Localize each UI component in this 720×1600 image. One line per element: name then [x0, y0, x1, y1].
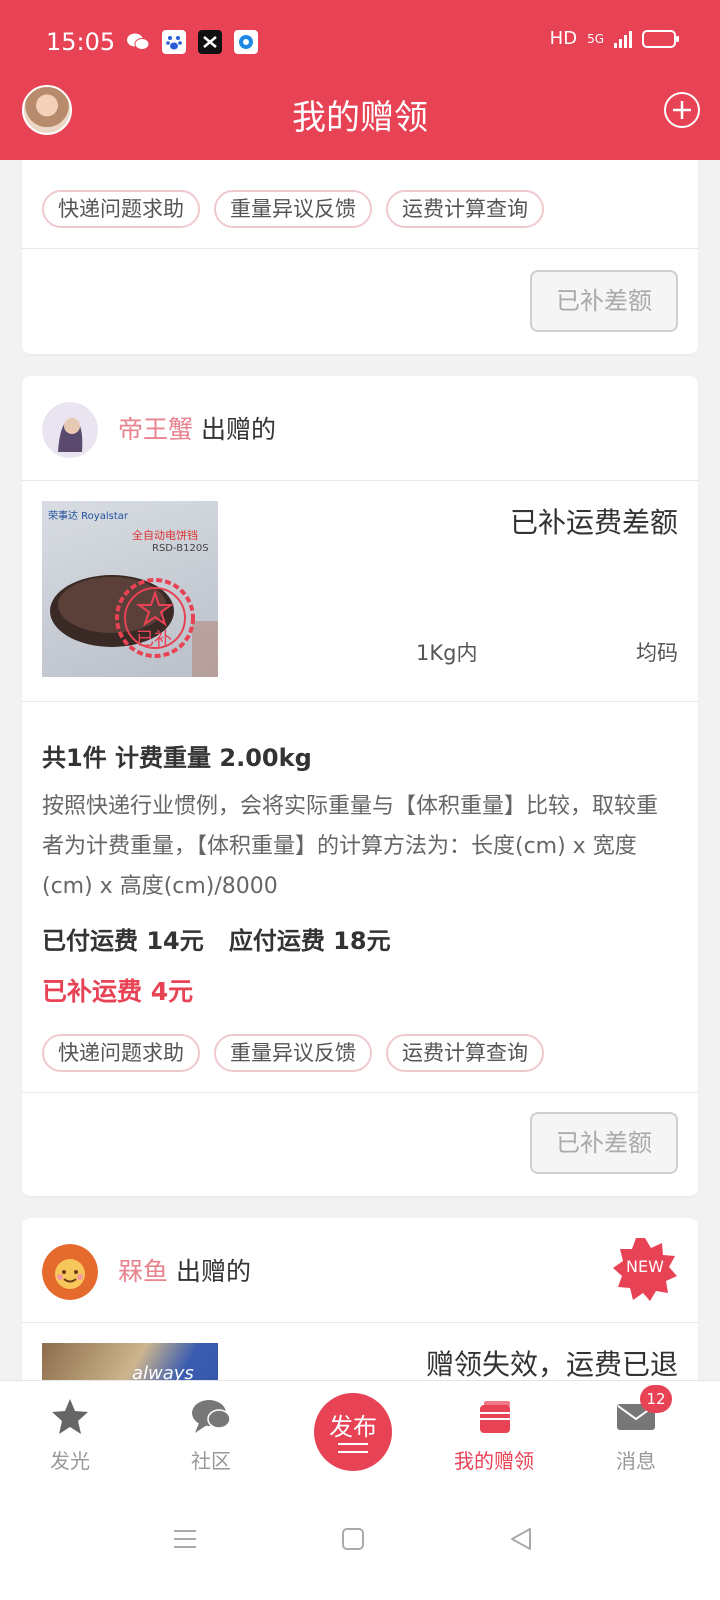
- paid-difference-button[interactable]: 已补差额: [530, 1112, 678, 1174]
- battery-icon: [642, 29, 679, 48]
- tag-express-help[interactable]: 快递问题求助: [42, 190, 200, 228]
- help-tags: 快递问题求助 重量异议反馈 运费计算查询: [22, 1034, 698, 1072]
- content-list[interactable]: 快递问题求助 重量异议反馈 运费计算查询 已补差额 帝王蟹 出赠的 荣事达 Ro…: [0, 160, 720, 1380]
- giver-avatar[interactable]: [42, 1244, 98, 1300]
- message-count-badge: 12: [640, 1385, 672, 1413]
- claim-card: 帝王蟹 出赠的 荣事达 Royalstar 全自动电饼铛 RSD-B120S 已…: [22, 376, 698, 1196]
- size-label: 均码: [636, 641, 678, 665]
- nav-item-messages[interactable]: 12 消息: [576, 1385, 696, 1474]
- product-row[interactable]: always 赠领失效，运费已退: [22, 1323, 698, 1380]
- nav-item-shine[interactable]: 发光: [10, 1395, 130, 1474]
- nav-item-my-claims[interactable]: 我的赠领: [434, 1395, 554, 1474]
- new-badge-text: NEW: [626, 1257, 664, 1276]
- tag-express-help[interactable]: 快递问题求助: [42, 1034, 200, 1072]
- bottom-nav: 发光 社区 发布 我的赠领 12 消息: [0, 1380, 720, 1490]
- signal-icon: [614, 30, 632, 48]
- giver-avatar[interactable]: [42, 402, 98, 458]
- tag-weight-dispute[interactable]: 重量异议反馈: [214, 190, 372, 228]
- status-indicators: HD 5G: [549, 28, 679, 49]
- fee-paid: 已补运费 4元: [42, 977, 194, 1006]
- mail-icon: 12: [614, 1385, 672, 1439]
- product-row[interactable]: 荣事达 Royalstar 全自动电饼铛 RSD-B120S 已补 已补运费差额…: [22, 481, 698, 701]
- tag-weight-dispute[interactable]: 重量异议反馈: [214, 1034, 372, 1072]
- back-icon[interactable]: [508, 1526, 534, 1552]
- network-indicator: 5G: [587, 31, 604, 46]
- nav-label: 我的赠领: [454, 1449, 534, 1473]
- baidu-icon: [162, 30, 186, 54]
- chat-bubble-icon: [189, 1395, 233, 1439]
- help-tags: 快递问题求助 重量异议反馈 运费计算查询: [22, 190, 698, 228]
- giver-name[interactable]: 槑鱼: [118, 1257, 168, 1286]
- shipping-summary: 共1件 计费重量 2.00kg: [42, 744, 312, 772]
- divider: [22, 1092, 698, 1093]
- nav-label: 发光: [50, 1449, 90, 1473]
- status-bar: 15:05 HD 5G: [0, 26, 720, 62]
- status-time: 15:05: [46, 28, 116, 56]
- giver-suffix: 出赠的: [175, 1257, 251, 1286]
- tag-fee-query[interactable]: 运费计算查询: [386, 190, 544, 228]
- star-icon: [48, 1395, 92, 1439]
- menu-lines-icon: [338, 1443, 368, 1453]
- publish-label: 发布: [329, 1413, 377, 1441]
- add-button[interactable]: [664, 92, 700, 128]
- giver-name[interactable]: 帝王蟹: [118, 415, 193, 444]
- plus-icon: [673, 101, 691, 119]
- fee-line: 已付运费 14元 应付运费 18元: [42, 927, 391, 955]
- system-nav-bar: [0, 1490, 720, 1600]
- giver-row[interactable]: 槑鱼 出赠的 NEW: [22, 1218, 698, 1322]
- page-title: 我的赠领: [292, 98, 428, 138]
- home-icon[interactable]: [340, 1526, 366, 1552]
- claim-card: 快递问题求助 重量异议反馈 运费计算查询 已补差额: [22, 160, 698, 354]
- nav-label: 消息: [616, 1449, 656, 1473]
- divider: [22, 248, 698, 249]
- giver-text: 帝王蟹 出赠的: [118, 410, 276, 446]
- product-image[interactable]: 荣事达 Royalstar 全自动电饼铛 RSD-B120S 已补: [42, 501, 218, 677]
- paid-difference-button[interactable]: 已补差额: [530, 270, 678, 332]
- claim-card: 槑鱼 出赠的 NEW always 赠领失效，运费已退: [22, 1218, 698, 1380]
- stamp-text: 已补: [136, 629, 172, 650]
- product-status: 赠领失效，运费已退: [425, 1348, 678, 1380]
- shipping-detail: 共1件 计费重量 2.00kg 按照快递行业惯例，会将实际重量与【体积重量】比较…: [22, 702, 698, 1008]
- nav-item-community[interactable]: 社区: [151, 1395, 271, 1474]
- tag-fee-query[interactable]: 运费计算查询: [386, 1034, 544, 1072]
- title-bar: 我的赠领: [0, 80, 720, 144]
- gift-box-icon: [472, 1395, 516, 1439]
- browser-icon: [234, 30, 258, 54]
- wechat-icon: [126, 30, 150, 54]
- app-header: 15:05 HD 5G 我的赠领: [0, 0, 720, 160]
- new-badge: NEW: [612, 1236, 678, 1302]
- giver-text: 槑鱼 出赠的: [118, 1252, 251, 1288]
- paid-stamp: 已补: [112, 575, 198, 661]
- product-label: always: [132, 1363, 194, 1380]
- recent-apps-icon[interactable]: [172, 1526, 198, 1552]
- weight-explanation: 按照快递行业惯例，会将实际重量与【体积重量】比较，取较重者为计费重量，【体积重量…: [42, 794, 659, 899]
- weight-range: 1Kg内: [416, 641, 478, 665]
- status-app-icons: [126, 30, 258, 54]
- giver-row[interactable]: 帝王蟹 出赠的: [22, 376, 698, 480]
- product-image[interactable]: always: [42, 1343, 218, 1380]
- publish-button[interactable]: 发布: [314, 1393, 392, 1471]
- nav-label: 社区: [191, 1449, 231, 1473]
- capcut-icon: [198, 30, 222, 54]
- product-status: 已补运费差额: [509, 506, 678, 539]
- hd-indicator: HD: [549, 28, 578, 49]
- giver-suffix: 出赠的: [200, 415, 276, 444]
